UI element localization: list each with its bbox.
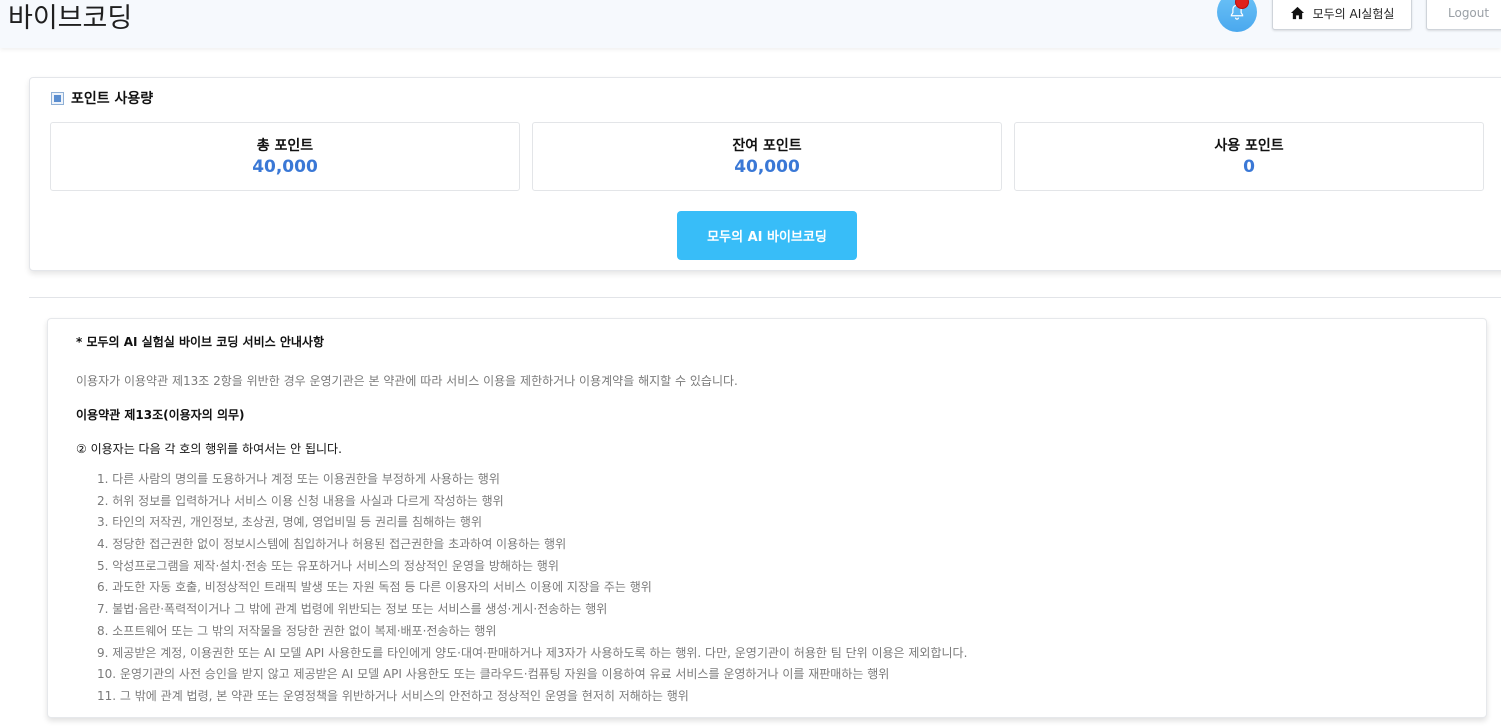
total-points-value: 40,000	[252, 157, 318, 177]
used-points-label: 사용 포인트	[1214, 138, 1284, 154]
top-header: 바이브코딩 모두의 AI실험실 Logout	[0, 0, 1501, 48]
notice-title: * 모두의 AI 실험실 바이브 코딩 서비스 안내사항	[76, 335, 324, 349]
remaining-points-box: 잔여 포인트 40,000	[532, 122, 1002, 191]
remaining-points-label: 잔여 포인트	[732, 138, 802, 154]
brand-title: 바이브코딩	[8, 3, 133, 34]
point-usage-heading: 포인트 사용량	[51, 88, 153, 108]
notice-subheading: 이용약관 제13조(이용자의 의무)	[76, 408, 245, 422]
list-item: 8. 소프트웨어 또는 그 밖의 저작물을 정당한 권한 없이 복제·배포·전송…	[97, 623, 497, 638]
square-bullet-icon	[51, 91, 64, 105]
point-usage-title: 포인트 사용량	[71, 91, 154, 107]
list-item: 7. 불법·음란·폭력적이거나 그 밖에 관계 법령에 위반되는 정보 또는 서…	[97, 602, 608, 617]
used-points-value: 0	[1243, 157, 1255, 177]
list-item: 10. 운영기관의 사전 승인을 받지 않고 제공받은 AI 모델 API 사용…	[97, 667, 890, 682]
logout-button[interactable]: Logout	[1426, 0, 1501, 30]
remaining-points-value: 40,000	[734, 157, 800, 177]
list-item: 4. 정당한 접근권한 없이 정보시스템에 침입하거나 허용된 접근권한을 초과…	[97, 537, 567, 552]
vibe-coding-button[interactable]: 모두의 AI 바이브코딩	[677, 211, 857, 260]
list-item: 9. 제공받은 계정, 이용권한 또는 AI 모델 API 사용한도를 타인에게…	[97, 645, 968, 660]
total-points-label: 총 포인트	[256, 138, 314, 154]
notice-intro: 이용자가 이용약관 제13조 2항을 위반한 경우 운영기관은 본 약관에 따라…	[76, 374, 738, 388]
notice-lead: ② 이용자는 다음 각 호의 행위를 하여서는 안 됩니다.	[76, 442, 342, 456]
home-icon	[1290, 6, 1304, 20]
list-item: 3. 타인의 저작권, 개인정보, 초상권, 명예, 영업비밀 등 권리를 침해…	[97, 515, 483, 530]
list-item: 5. 악성프로그램을 제작·설치·전송 또는 유포하거나 서비스의 정상적인 운…	[97, 558, 559, 573]
total-points-box: 총 포인트 40,000	[50, 122, 520, 191]
list-item: 2. 허위 정보를 입력하거나 서비스 이용 신청 내용을 사실과 다르게 작성…	[97, 493, 504, 508]
section-divider	[29, 297, 1501, 298]
service-notice-panel: * 모두의 AI 실험실 바이브 코딩 서비스 안내사항 이용자가 이용약관 제…	[47, 318, 1487, 718]
used-points-box: 사용 포인트 0	[1014, 122, 1484, 191]
prohibited-acts-list: 1. 다른 사람의 명의를 도용하거나 계정 또는 이용권한을 부정하게 사용하…	[97, 469, 967, 708]
list-item: 6. 과도한 자동 호출, 비정상적인 트래픽 발생 또는 자원 독점 등 다른…	[97, 580, 652, 595]
list-item: 11. 그 밖에 관계 법령, 본 약관 또는 운영정책을 위반하거나 서비스의…	[97, 688, 689, 703]
point-usage-card: 포인트 사용량 총 포인트 40,000 잔여 포인트 40,000 사용 포인…	[29, 77, 1501, 271]
logout-label: Logout	[1448, 6, 1490, 20]
home-lab-label: 모두의 AI실험실	[1312, 6, 1395, 21]
list-item: 1. 다른 사람의 명의를 도용하거나 계정 또는 이용권한을 부정하게 사용하…	[97, 472, 500, 486]
home-lab-button[interactable]: 모두의 AI실험실	[1272, 0, 1412, 30]
